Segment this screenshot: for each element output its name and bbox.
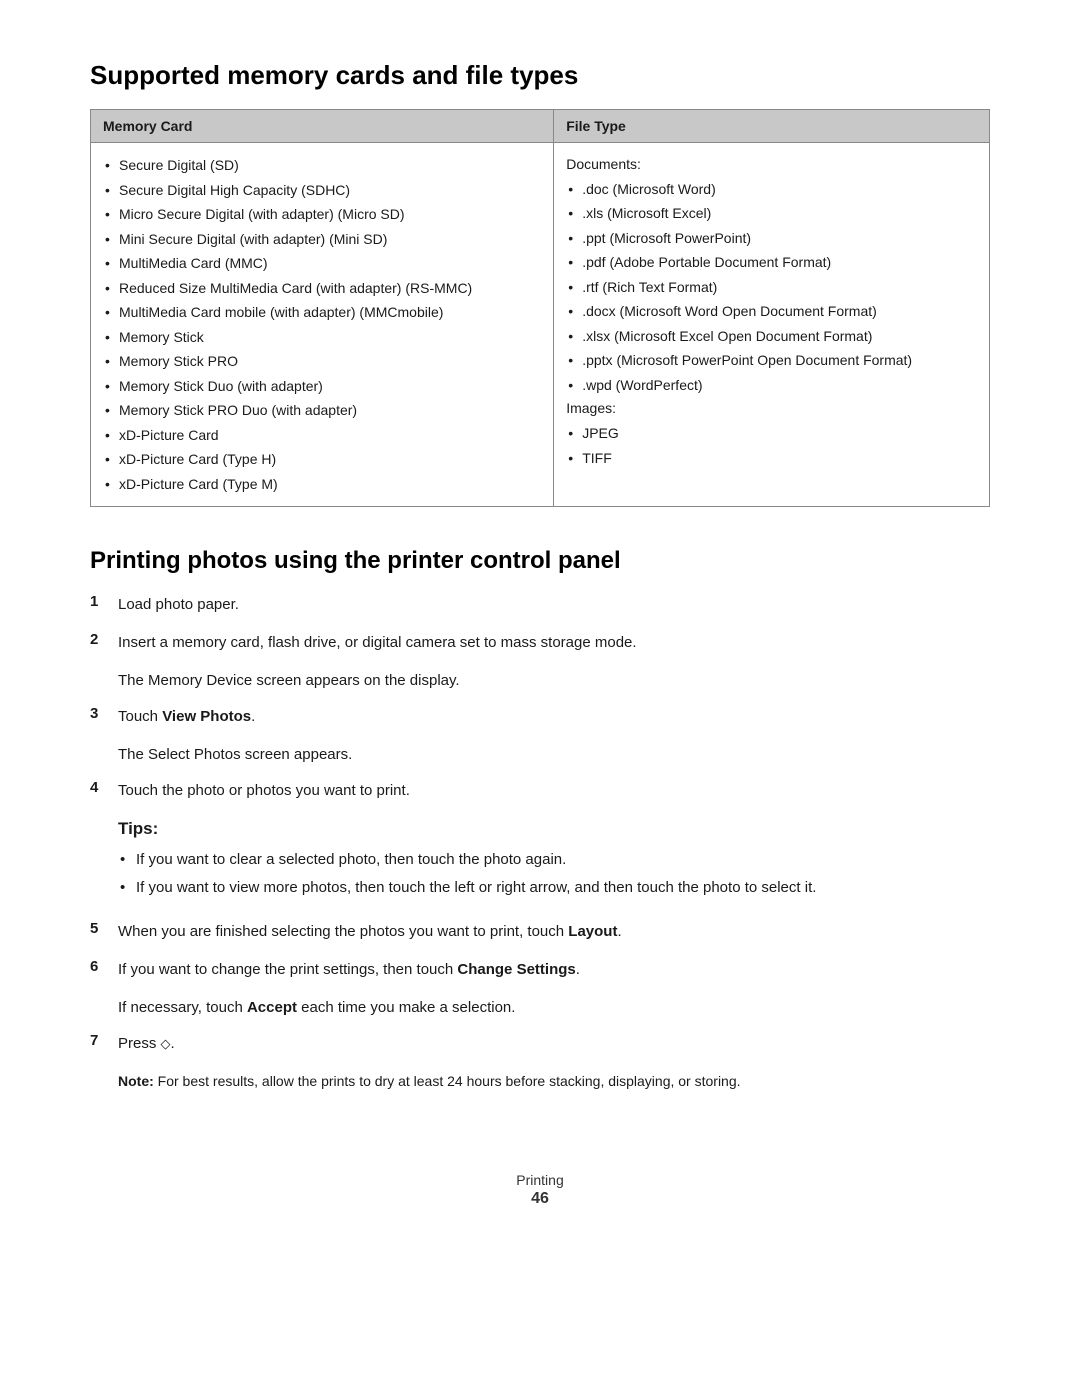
step-2-number: 2: [90, 631, 112, 648]
list-item: .pdf (Adobe Portable Document Format): [566, 250, 977, 275]
tips-section: Tips: If you want to clear a selected ph…: [118, 819, 990, 900]
memory-cards-table: Memory Card File Type Secure Digital (SD…: [90, 109, 990, 507]
list-item: .xls (Microsoft Excel): [566, 201, 977, 226]
image-list: JPEG TIFF: [566, 421, 977, 470]
step-6: 6 If you want to change the print settin…: [90, 958, 990, 982]
list-item: Memory Stick: [103, 325, 541, 350]
step-1: 1 Load photo paper.: [90, 593, 990, 617]
step-2: 2 Insert a memory card, flash drive, or …: [90, 631, 990, 655]
tips-list: If you want to clear a selected photo, t…: [118, 847, 990, 900]
list-item: Secure Digital (SD): [103, 153, 541, 178]
documents-label: Documents:: [566, 156, 641, 172]
tips-title: Tips:: [118, 819, 990, 839]
change-settings-bold: Change Settings: [457, 961, 575, 978]
view-photos-bold: View Photos: [162, 708, 251, 725]
step-6-sub: If necessary, touch Accept each time you…: [118, 996, 990, 1020]
section2-title: Printing photos using the printer contro…: [90, 547, 990, 575]
note-box: Note: For best results, allow the prints…: [118, 1070, 990, 1092]
col1-header: Memory Card: [91, 110, 554, 143]
list-item: TIFF: [566, 446, 977, 471]
accept-bold: Accept: [247, 999, 297, 1016]
step-1-number: 1: [90, 593, 112, 610]
page-footer: Printing 46: [90, 1172, 990, 1208]
step-2-content: Insert a memory card, flash drive, or di…: [118, 631, 637, 655]
list-item: MultiMedia Card mobile (with adapter) (M…: [103, 300, 541, 325]
step-7-number: 7: [90, 1032, 112, 1049]
section1-title: Supported memory cards and file types: [90, 60, 990, 91]
list-item: Secure Digital High Capacity (SDHC): [103, 178, 541, 203]
list-item: .rtf (Rich Text Format): [566, 275, 977, 300]
step-4: 4 Touch the photo or photos you want to …: [90, 779, 990, 803]
layout-bold: Layout: [568, 923, 617, 940]
page-number: 46: [90, 1190, 990, 1208]
step-3-sub: The Select Photos screen appears.: [118, 743, 990, 767]
step-5-content: When you are finished selecting the phot…: [118, 920, 622, 944]
list-item: Memory Stick PRO: [103, 349, 541, 374]
list-item: .ppt (Microsoft PowerPoint): [566, 226, 977, 251]
step-4-number: 4: [90, 779, 112, 796]
list-item: Memory Stick Duo (with adapter): [103, 374, 541, 399]
note-label: Note:: [118, 1073, 154, 1089]
step-6-content: If you want to change the print settings…: [118, 958, 580, 982]
list-item: Reduced Size MultiMedia Card (with adapt…: [103, 276, 541, 301]
step-4-content: Touch the photo or photos you want to pr…: [118, 779, 410, 803]
file-type-list-cell: Documents: .doc (Microsoft Word) .xls (M…: [554, 143, 990, 507]
step-7: 7 Press ◇.: [90, 1032, 990, 1056]
memory-card-list: Secure Digital (SD) Secure Digital High …: [103, 153, 541, 496]
list-item: .wpd (WordPerfect): [566, 373, 977, 398]
step-1-content: Load photo paper.: [118, 593, 239, 617]
list-item: Micro Secure Digital (with adapter) (Mic…: [103, 202, 541, 227]
list-item: JPEG: [566, 421, 977, 446]
list-item: Memory Stick PRO Duo (with adapter): [103, 398, 541, 423]
images-label: Images:: [566, 400, 616, 416]
step-5: 5 When you are finished selecting the ph…: [90, 920, 990, 944]
step-7-content: Press ◇.: [118, 1032, 175, 1056]
step-2-sub: The Memory Device screen appears on the …: [118, 669, 990, 693]
list-item: .doc (Microsoft Word): [566, 177, 977, 202]
list-item: Mini Secure Digital (with adapter) (Mini…: [103, 227, 541, 252]
list-item: xD-Picture Card: [103, 423, 541, 448]
list-item: xD-Picture Card (Type M): [103, 472, 541, 497]
document-list: .doc (Microsoft Word) .xls (Microsoft Ex…: [566, 177, 977, 398]
tip-item-1: If you want to clear a selected photo, t…: [118, 847, 990, 873]
step-5-number: 5: [90, 920, 112, 937]
footer-section-label: Printing: [516, 1172, 563, 1188]
step-3-content: Touch View Photos.: [118, 705, 255, 729]
steps-section: 1 Load photo paper. 2 Insert a memory ca…: [90, 593, 990, 1092]
step-6-number: 6: [90, 958, 112, 975]
tip-item-2: If you want to view more photos, then to…: [118, 875, 990, 901]
list-item: MultiMedia Card (MMC): [103, 251, 541, 276]
diamond-icon: ◇: [161, 1036, 171, 1051]
list-item: .xlsx (Microsoft Excel Open Document For…: [566, 324, 977, 349]
list-item: .docx (Microsoft Word Open Document Form…: [566, 299, 977, 324]
memory-card-list-cell: Secure Digital (SD) Secure Digital High …: [91, 143, 554, 507]
note-text: For best results, allow the prints to dr…: [154, 1073, 741, 1089]
step-3: 3 Touch View Photos.: [90, 705, 990, 729]
list-item: xD-Picture Card (Type H): [103, 447, 541, 472]
list-item: .pptx (Microsoft PowerPoint Open Documen…: [566, 348, 977, 373]
col2-header: File Type: [554, 110, 990, 143]
step-3-number: 3: [90, 705, 112, 722]
